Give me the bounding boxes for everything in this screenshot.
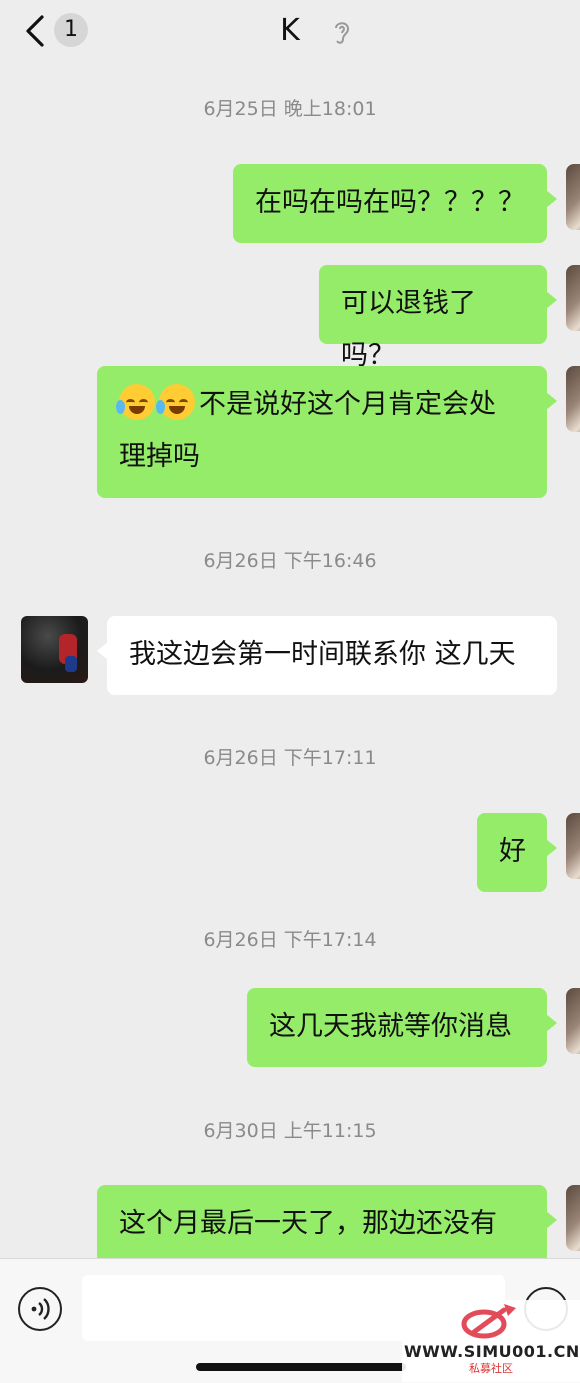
message-text: 在吗在吗在吗？？？？ [255, 187, 525, 218]
message-text: 可以退钱了吗？ [341, 288, 476, 371]
incoming-message[interactable]: 我这边会第一时间联系你 这几天 [97, 616, 557, 695]
message-text: 我这边会第一时间联系你 这几天 [129, 639, 516, 670]
message-text: 这几天我就等你消息 [269, 1011, 512, 1042]
outgoing-message[interactable]: 可以退钱了吗？ [319, 265, 557, 371]
timestamp: 6月26日 下午17:11 [203, 747, 377, 769]
avatar[interactable] [566, 1185, 580, 1251]
avatar[interactable] [566, 366, 580, 432]
watermark: WWW.SIMU001.CN 私募社区 [402, 1300, 580, 1382]
face-with-tears-of-joy-icon [156, 384, 195, 420]
avatar[interactable] [566, 164, 580, 230]
chat-header: 1 K [0, 0, 580, 66]
avatar[interactable] [566, 988, 580, 1054]
contact-name: K [280, 13, 300, 48]
avatar[interactable] [566, 813, 580, 879]
outgoing-message[interactable]: 在吗在吗在吗？？？？ [233, 164, 557, 243]
timestamp: 6月30日 上午11:15 [203, 1120, 377, 1142]
home-indicator[interactable] [196, 1363, 406, 1371]
timestamp: 6月25日 晚上18:01 [203, 98, 377, 120]
ear-icon [335, 22, 350, 44]
message-text: 不是说好这个月肯定会处 [199, 389, 496, 420]
timestamp: 6月26日 下午17:14 [203, 929, 377, 951]
timestamp: 6月26日 下午16:46 [203, 550, 377, 572]
outgoing-message[interactable]: 不是说好这个月肯定会处 理掉吗 [97, 366, 557, 498]
face-with-tears-of-joy-icon [116, 384, 155, 420]
watermark-logo [461, 1304, 516, 1339]
voice-icon[interactable] [18, 1287, 62, 1331]
message-text: 好 [499, 836, 526, 867]
contact-avatar[interactable] [21, 616, 88, 683]
outgoing-message[interactable]: 这几天我就等你消息 [247, 988, 557, 1067]
watermark-subtitle: 私募社区 [469, 1362, 513, 1375]
message-text-continued: 理掉吗 [119, 441, 200, 472]
outgoing-message[interactable]: 好 [477, 813, 557, 892]
avatar[interactable] [566, 265, 580, 331]
outgoing-message[interactable]: 这个月最后一天了，那边还没有 [97, 1185, 557, 1264]
watermark-url: WWW.SIMU001.CN [404, 1342, 580, 1361]
message-text: 这个月最后一天了，那边还没有 [119, 1208, 497, 1239]
